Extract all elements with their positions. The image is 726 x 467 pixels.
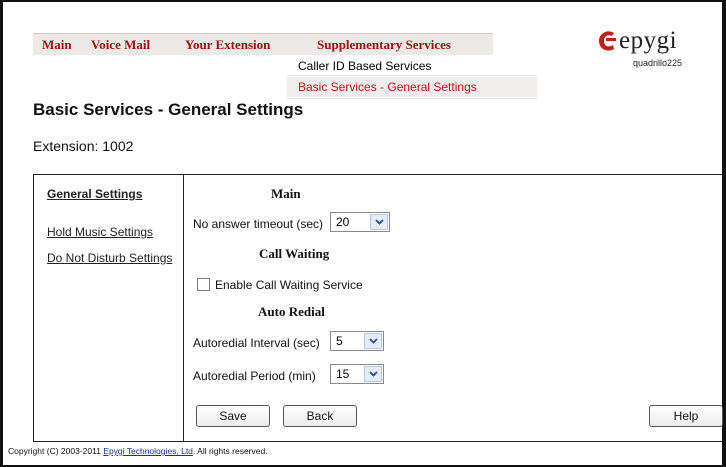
window-frame-top [0,0,726,2]
enable-call-waiting-checkbox[interactable] [197,278,210,291]
no-answer-timeout-select[interactable]: 20 [330,212,390,232]
chevron-down-icon [370,214,388,230]
menu-item-voice-mail[interactable]: Voice Mail [91,37,150,53]
settings-sidebar: General Settings Hold Music Settings Do … [34,175,184,441]
copyright-footer: Copyright (C) 2003-2011 Epygi Technologi… [8,446,268,456]
autoredial-interval-value: 5 [336,334,343,348]
sidebar-item-hold-music-settings[interactable]: Hold Music Settings [47,225,153,239]
page-title: Basic Services - General Settings [33,100,304,119]
save-button[interactable]: Save [196,405,270,427]
enable-call-waiting-label: Enable Call Waiting Service [215,278,363,292]
sidebar-item-do-not-disturb-settings[interactable]: Do Not Disturb Settings [47,251,172,265]
section-title-auto-redial: Auto Redial [258,304,325,319]
chevron-down-icon [364,333,382,349]
sidebar-item-general-settings[interactable]: General Settings [47,187,142,201]
main-menu-bar: Main Voice Mail Your Extension Supplemen… [33,33,493,55]
back-button[interactable]: Back [283,405,357,427]
menu-item-supplementary-services[interactable]: Supplementary Services [317,37,451,53]
device-name: quadrillo225 [633,58,683,68]
menu-item-main[interactable]: Main [42,37,72,53]
footer-company-link[interactable]: Epygi Technologies, Ltd [103,446,193,456]
autoredial-period-select[interactable]: 15 [330,364,384,384]
autoredial-period-value: 15 [336,367,350,381]
no-answer-timeout-label: No answer timeout (sec) [193,217,324,231]
section-title-call-waiting: Call Waiting [259,246,330,261]
autoredial-interval-select[interactable]: 5 [330,331,384,351]
epygi-logo: epygi [598,27,677,55]
section-title-main: Main [271,186,301,201]
autoredial-interval-label: Autoredial Interval (sec) [193,336,320,350]
settings-panel: General Settings Hold Music Settings Do … [33,174,723,442]
logo-wordmark: epygi [619,27,678,54]
autoredial-period-label: Autoredial Period (min) [193,369,316,383]
footer-prefix: Copyright (C) 2003-2011 [8,446,104,456]
no-answer-timeout-value: 20 [336,215,350,229]
epygi-logo-icon [598,29,618,53]
help-button[interactable]: Help [649,405,723,427]
extension-label: Extension: 1002 [33,138,134,154]
chevron-down-icon [364,366,382,382]
dropdown-item-basic-services-general-settings[interactable]: Basic Services - General Settings [287,77,537,97]
footer-suffix: . All rights reserved. [192,446,268,456]
dropdown-item-caller-id-based-services[interactable]: Caller ID Based Services [287,56,537,76]
window-frame-left [0,0,3,467]
menu-item-your-extension[interactable]: Your Extension [185,37,270,53]
supplementary-services-dropdown: Caller ID Based Services Basic Services … [287,56,537,99]
